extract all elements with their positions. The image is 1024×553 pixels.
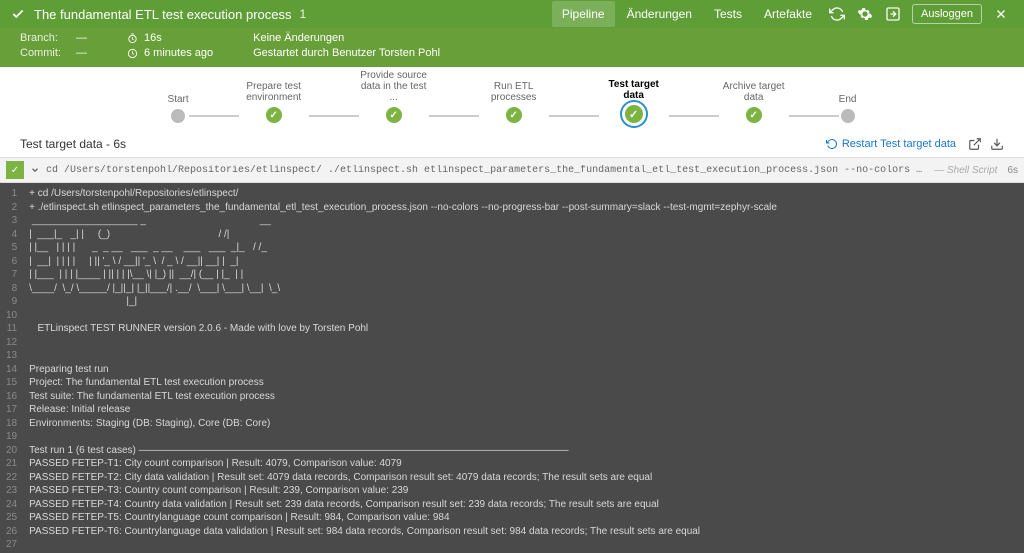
collapse-chevron-icon[interactable] (30, 165, 40, 175)
pipeline-graph: Start Prepare test environment Provide s… (0, 67, 1024, 131)
tab-pipeline[interactable]: Pipeline (552, 1, 615, 27)
branch-value: — (76, 32, 87, 44)
stage-4-dot[interactable] (625, 105, 643, 123)
tab-tests[interactable]: Tests (704, 1, 752, 27)
stage-2-dot[interactable] (386, 107, 402, 123)
build-number: 1 (300, 7, 307, 21)
stage-5-label: Archive target data (719, 81, 789, 103)
stage-3-label: Run ETL processes (479, 81, 549, 103)
stopwatch-icon (127, 33, 138, 44)
age-value: 6 minutes ago (144, 47, 213, 59)
cmd-status-icon: ✓ (6, 161, 24, 179)
page-title: The fundamental ETL test execution proce… (34, 7, 292, 22)
stage-3-dot[interactable] (506, 107, 522, 123)
stage-4-label: Test target data (599, 79, 669, 101)
started-by-text: Gestartet durch Benutzer Torsten Pohl (253, 47, 440, 59)
changes-text: Keine Änderungen (253, 32, 344, 44)
stage-end-dot[interactable] (841, 109, 855, 123)
tab-changes[interactable]: Änderungen (617, 1, 702, 27)
stage-2-label: Provide source data in the test ... (359, 81, 429, 103)
step-title: Test target data - 6s (20, 137, 126, 151)
stage-1-dot[interactable] (266, 107, 282, 123)
stage-end-label: End (839, 83, 857, 105)
status-check-icon (10, 6, 26, 22)
restart-step-link[interactable]: Restart Test target data (826, 138, 956, 150)
gear-icon[interactable] (852, 1, 878, 27)
command-duration: 6s (1007, 165, 1018, 176)
stage-start-dot[interactable] (171, 109, 185, 123)
console-output: 1234567891011121314151617181920212223242… (0, 183, 1024, 553)
duration-value: 16s (144, 32, 162, 44)
stage-5-dot[interactable] (746, 107, 762, 123)
stage-start-label: Start (168, 83, 189, 105)
tab-artifacts[interactable]: Artefakte (754, 1, 822, 27)
logout-button[interactable]: Ausloggen (912, 4, 982, 24)
commit-label: Commit: (20, 47, 70, 59)
close-icon[interactable] (988, 1, 1014, 27)
open-external-icon[interactable] (968, 137, 982, 151)
clock-icon (127, 48, 138, 59)
stage-1-label: Prepare test environment (239, 81, 309, 103)
command-text: cd /Users/torstenpohl/Repositories/etlin… (46, 165, 928, 176)
branch-label: Branch: (20, 32, 70, 44)
commit-value: — (76, 47, 87, 59)
rerun-icon[interactable] (824, 1, 850, 27)
download-icon[interactable] (990, 137, 1004, 151)
command-shell-label: — Shell Script (934, 165, 997, 176)
external-link-icon[interactable] (880, 1, 906, 27)
